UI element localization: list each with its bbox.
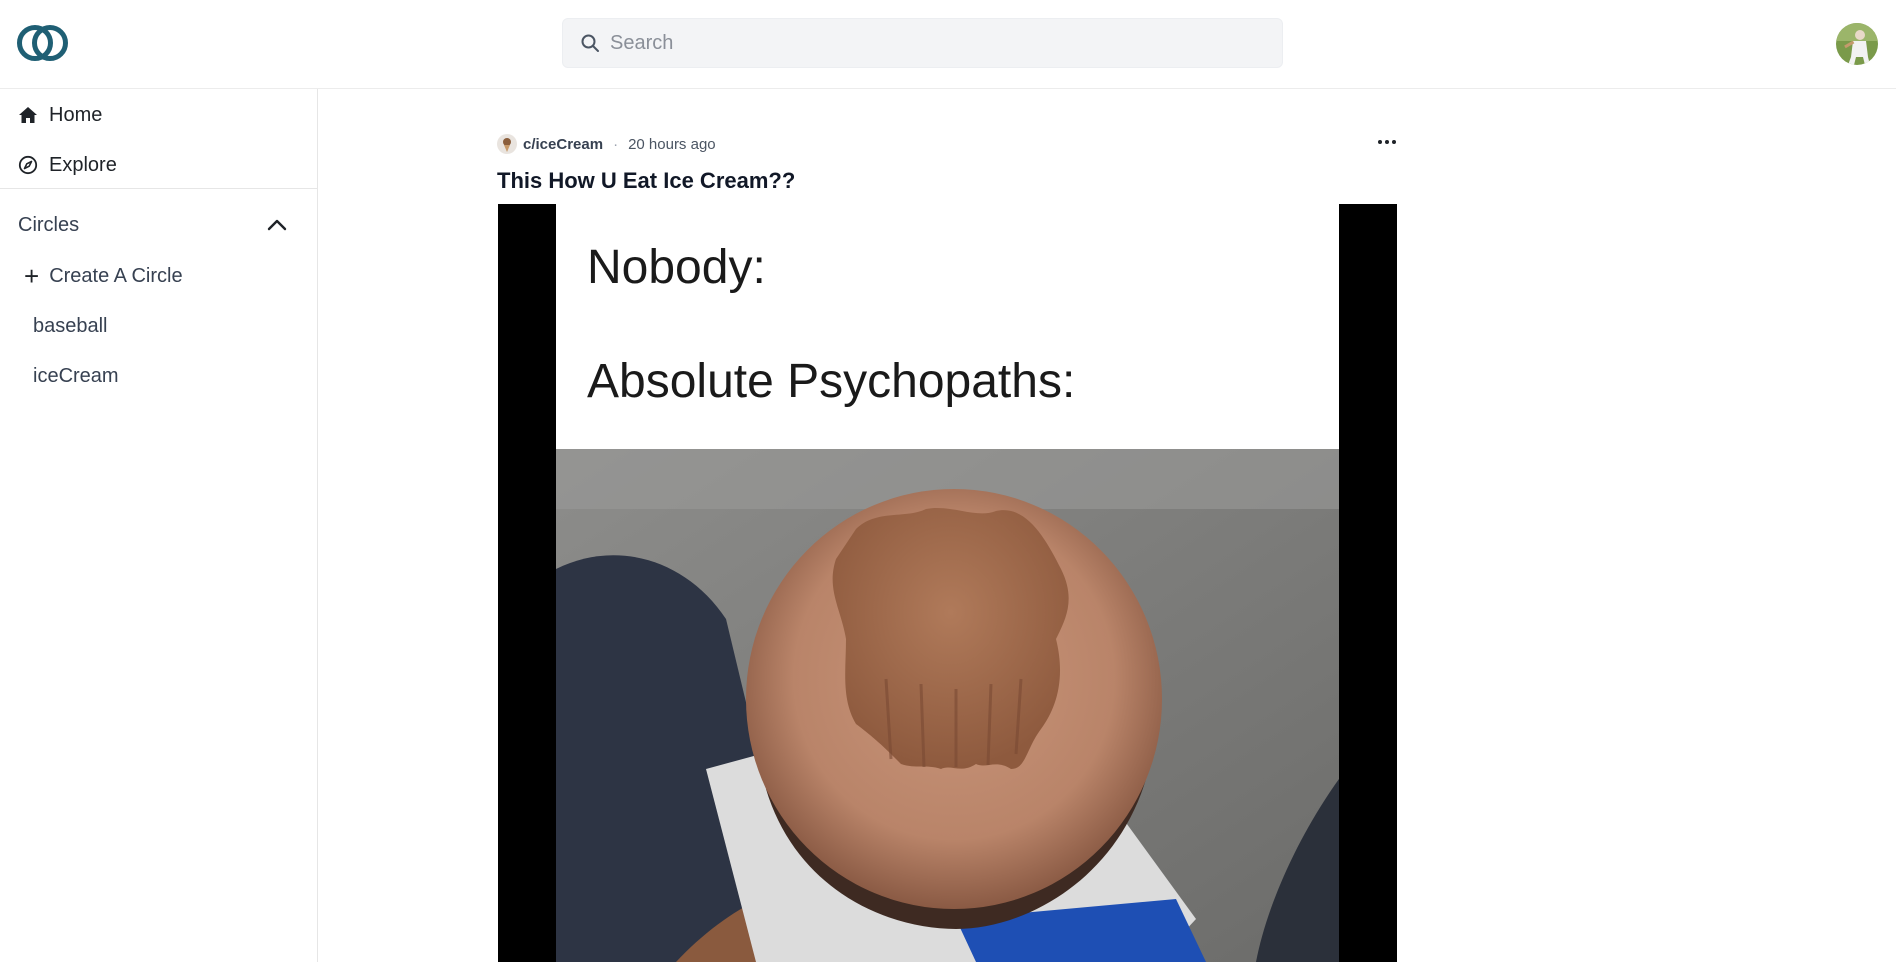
post-title[interactable]: This How U Eat Ice Cream?? (497, 168, 795, 194)
sidebar-divider (0, 188, 317, 189)
more-horizontal-icon (1378, 140, 1396, 144)
ice-cream-photo (556, 449, 1339, 962)
meme-line-2: Absolute Psychopaths: (587, 355, 1076, 408)
meme-caption: Nobody: Absolute Psychopaths: (556, 204, 1339, 449)
user-avatar[interactable] (1836, 23, 1878, 65)
create-circle-label: Create A Circle (49, 264, 183, 287)
chevron-up-icon (267, 219, 287, 231)
search-icon (581, 34, 599, 52)
circles-section-toggle[interactable]: Circles (18, 209, 298, 241)
circles-section-label: Circles (18, 213, 80, 236)
post-circle-link[interactable]: c/iceCream (523, 136, 603, 153)
sidebar-circle-icecream[interactable]: iceCream (33, 361, 119, 391)
post-meta: c/iceCream · 20 hours ago (497, 132, 716, 156)
post-media[interactable]: Nobody: Absolute Psychopaths: (498, 204, 1397, 962)
sidebar-circle-baseball[interactable]: baseball (33, 311, 108, 341)
sidebar-item-home[interactable]: Home (18, 99, 102, 131)
logo-icon (17, 25, 68, 61)
app-logo[interactable] (16, 23, 70, 63)
plus-icon: + (24, 261, 40, 291)
top-bar (0, 0, 1896, 89)
post-options-button[interactable] (1375, 130, 1399, 154)
avatar-image (1836, 23, 1878, 65)
sidebar-item-label: Home (49, 103, 103, 126)
circle-label: baseball (33, 314, 108, 337)
home-icon (19, 107, 37, 123)
sidebar-item-label: Explore (49, 153, 117, 176)
sidebar: Home Explore Circles + Create A Circle b… (0, 89, 318, 962)
sidebar-item-explore[interactable]: Explore (18, 149, 117, 181)
circle-avatar[interactable] (497, 134, 517, 154)
meme-image: Nobody: Absolute Psychopaths: (556, 204, 1339, 962)
search-input[interactable] (610, 31, 1250, 55)
create-circle-button[interactable]: + Create A Circle (24, 261, 183, 291)
circle-avatar-image (497, 134, 517, 154)
meta-separator: · (613, 135, 619, 153)
post-timestamp: 20 hours ago (628, 135, 716, 153)
compass-icon (18, 155, 38, 175)
circle-label: iceCream (33, 364, 119, 387)
meme-line-1: Nobody: (587, 241, 766, 294)
search-bar[interactable] (562, 18, 1283, 68)
